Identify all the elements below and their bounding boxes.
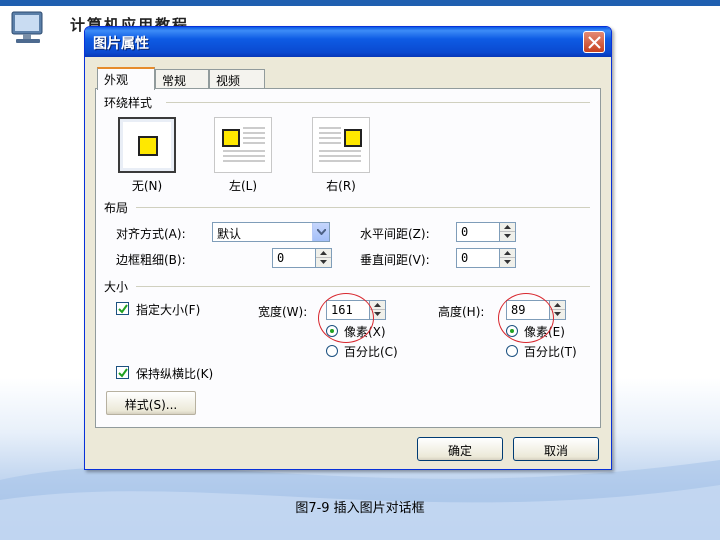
height-percent-label: 百分比(T): [524, 345, 577, 359]
specify-size-checkbox[interactable]: [116, 302, 129, 315]
figure-caption: 图7-9 插入图片对话框: [295, 501, 425, 516]
align-label: 对齐方式(A):: [116, 227, 186, 241]
dialog-title: 图片属性: [93, 36, 149, 52]
hspace-spinner[interactable]: [500, 222, 516, 242]
image-properties-dialog: 图片属性 外观 常规 视频 环绕样式 无(N) 左(L) 右(R) 布局 对齐方…: [84, 26, 612, 470]
vspace-input[interactable]: 0: [456, 248, 500, 268]
arrow-up-icon: [320, 251, 327, 255]
width-percent-label: 百分比(C): [344, 345, 398, 359]
align-select[interactable]: 默认: [212, 222, 330, 242]
close-icon: [588, 36, 601, 49]
align-dropdown-button[interactable]: [312, 223, 329, 241]
chevron-down-icon: [317, 229, 326, 235]
vspace-spinner[interactable]: [500, 248, 516, 268]
hspace-input[interactable]: 0: [456, 222, 500, 242]
computer-icon: [11, 11, 43, 43]
wrap-group-divider: [166, 102, 590, 103]
arrow-down-icon: [554, 312, 561, 316]
border-up-button[interactable]: [316, 249, 331, 258]
checkmark-icon: [118, 368, 128, 378]
width-percent-radio[interactable]: [326, 345, 338, 357]
wrap-group-label: 环绕样式: [104, 94, 157, 111]
layout-group-divider: [136, 207, 590, 208]
hspace-label: 水平间距(Z):: [360, 227, 430, 241]
wrap-right-label: 右(R): [326, 179, 356, 193]
border-spinner[interactable]: [316, 248, 332, 268]
arrow-up-icon: [504, 251, 511, 255]
arrow-up-icon: [504, 225, 511, 229]
width-label: 宽度(W):: [258, 305, 308, 319]
layout-group-label: 布局: [104, 199, 133, 216]
width-annotation-circle: [318, 293, 374, 343]
arrow-down-icon: [504, 260, 511, 264]
tab-appearance[interactable]: 外观: [97, 67, 155, 90]
vspace-down-button[interactable]: [500, 258, 515, 267]
wrap-left-icon: [222, 127, 265, 162]
vspace-up-button[interactable]: [500, 249, 515, 258]
border-down-button[interactable]: [316, 258, 331, 267]
slide-top-bar: [0, 0, 720, 6]
wrap-none-option[interactable]: [118, 117, 176, 173]
wrap-right-option[interactable]: [312, 117, 370, 173]
wrap-right-icon: [319, 127, 362, 162]
keep-ratio-label: 保持纵横比(K): [136, 367, 214, 381]
hspace-down-button[interactable]: [500, 232, 515, 241]
specify-size-label: 指定大小(F): [136, 303, 201, 317]
wrap-left-option[interactable]: [214, 117, 272, 173]
wrap-none-label: 无(N): [131, 179, 163, 193]
border-input[interactable]: 0: [272, 248, 316, 268]
size-group-divider: [136, 286, 590, 287]
style-button[interactable]: 样式(S)...: [106, 391, 196, 415]
tab-video[interactable]: 视频: [209, 69, 265, 89]
height-label: 高度(H):: [438, 305, 485, 319]
arrow-down-icon: [504, 234, 511, 238]
height-annotation-circle: [498, 293, 554, 343]
vspace-label: 垂直间距(V):: [360, 253, 430, 267]
keep-ratio-checkbox[interactable]: [116, 366, 129, 379]
arrow-up-icon: [554, 303, 561, 307]
dialog-titlebar[interactable]: 图片属性: [85, 27, 611, 57]
wrap-left-label: 左(L): [228, 179, 258, 193]
cancel-button[interactable]: 取消: [513, 437, 599, 461]
checkmark-icon: [118, 304, 128, 314]
arrow-down-icon: [320, 260, 327, 264]
size-group-label: 大小: [104, 278, 133, 295]
border-label: 边框粗细(B):: [116, 253, 186, 267]
wrap-none-icon: [138, 136, 158, 156]
arrow-down-icon: [374, 312, 381, 316]
tab-general[interactable]: 常规: [155, 69, 209, 89]
arrow-up-icon: [374, 303, 381, 307]
hspace-up-button[interactable]: [500, 223, 515, 232]
appearance-panel: 环绕样式 无(N) 左(L) 右(R) 布局 对齐方式(A): 默认 水平间距(…: [95, 88, 601, 428]
close-button[interactable]: [583, 31, 605, 53]
ok-button[interactable]: 确定: [417, 437, 503, 461]
height-percent-radio[interactable]: [506, 345, 518, 357]
